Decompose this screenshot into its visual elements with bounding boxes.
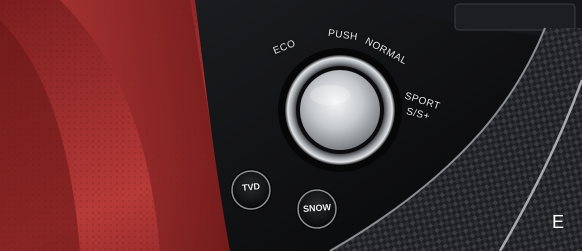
drive-mode-console-photo: ECO PUSH NORMAL SPORT S/S+ TVD SNOW E bbox=[0, 0, 582, 251]
console-trim-panel bbox=[454, 3, 576, 31]
drive-mode-knob[interactable] bbox=[300, 70, 380, 150]
knob-highlight bbox=[310, 85, 350, 105]
figure-letter: E bbox=[551, 212, 564, 232]
